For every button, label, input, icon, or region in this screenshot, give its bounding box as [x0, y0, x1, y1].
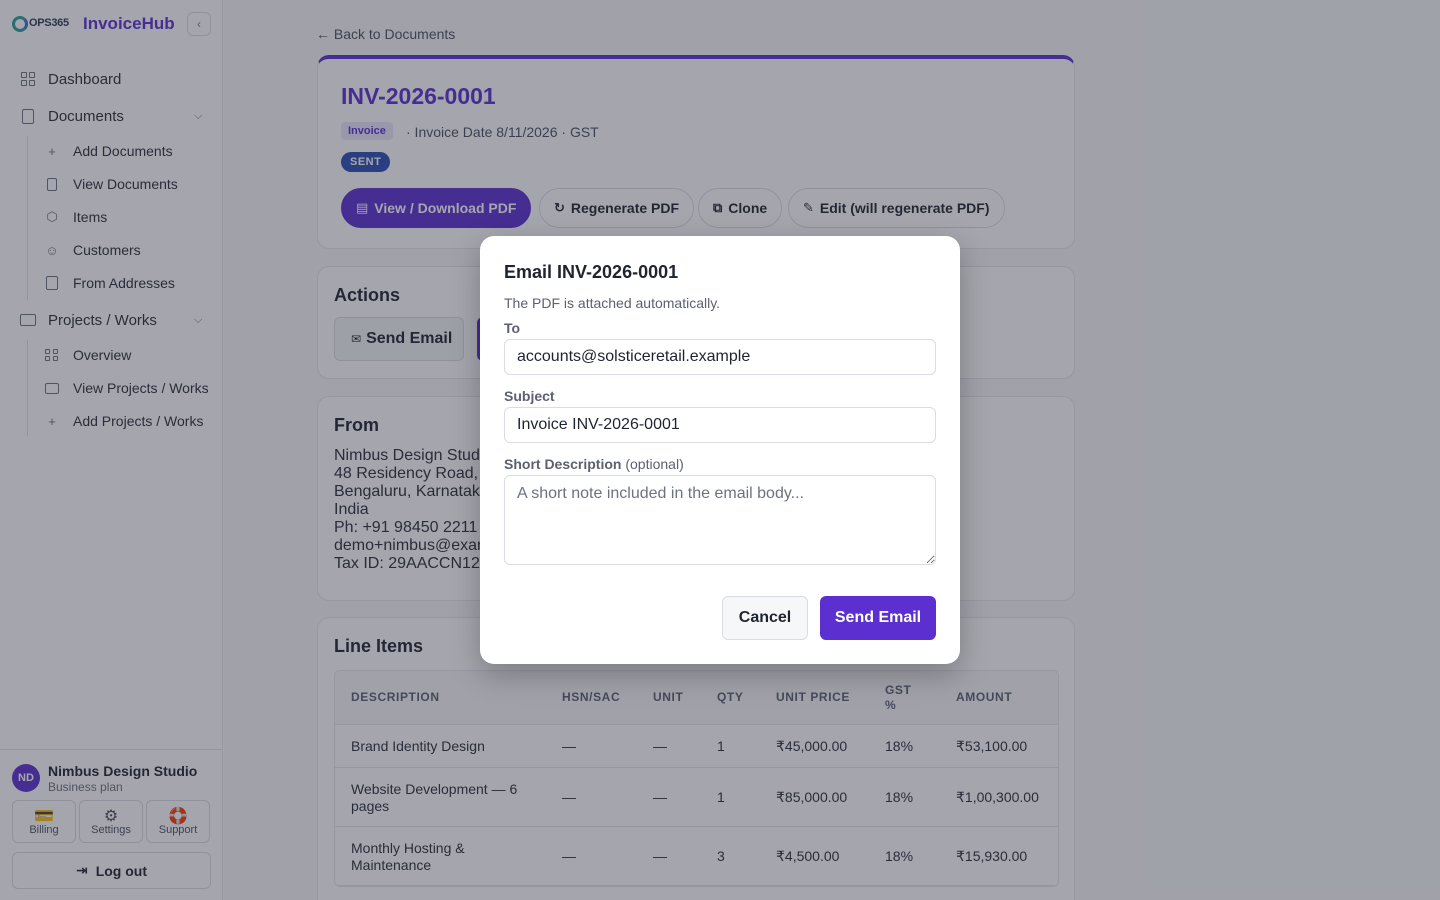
subject-label: Subject	[504, 388, 555, 404]
description-textarea[interactable]	[504, 475, 936, 565]
dialog-note: The PDF is attached automatically.	[504, 295, 721, 311]
description-label: Short Description (optional)	[504, 456, 684, 472]
to-label: To	[504, 320, 521, 336]
to-email-input[interactable]	[504, 339, 936, 375]
email-invoice-dialog: Email INV-2026-0001 The PDF is attached …	[480, 236, 960, 664]
send-email-button[interactable]: Send Email	[820, 596, 936, 640]
cancel-button[interactable]: Cancel	[722, 596, 808, 640]
dialog-title: Email INV-2026-0001	[504, 262, 679, 282]
subject-input[interactable]	[504, 407, 936, 443]
